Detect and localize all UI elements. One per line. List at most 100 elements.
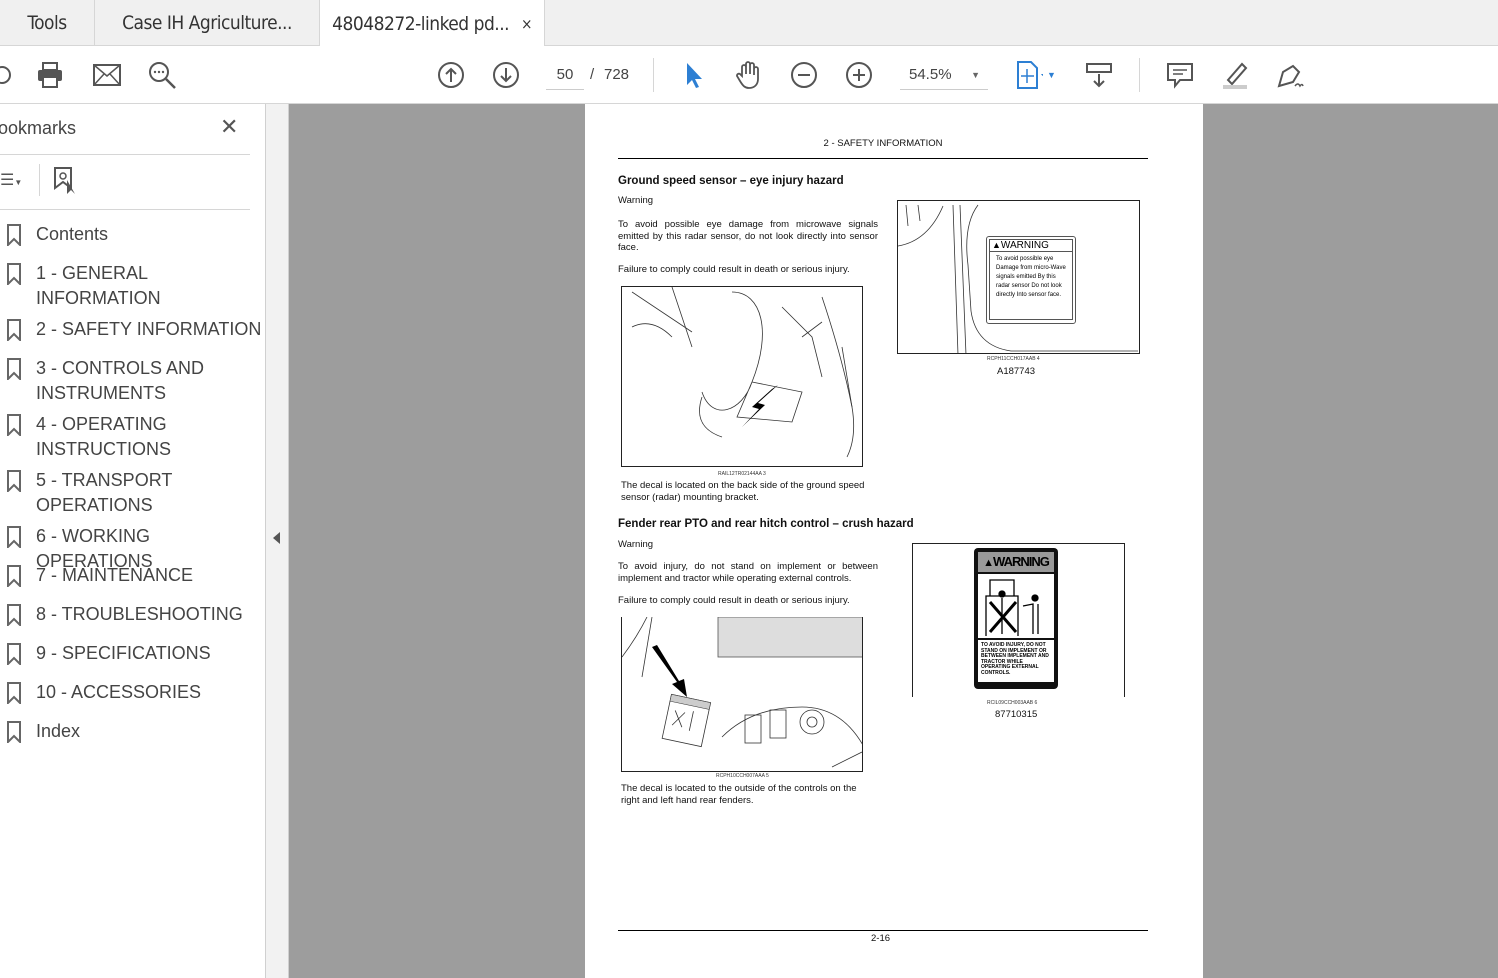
divider [0,154,250,155]
bookmark-label: 10 - ACCESSORIES [36,682,202,702]
bookmark-icon [6,263,22,292]
divider [0,209,250,210]
bookmark-label: 8 - TROUBLESHOOTING [36,604,243,624]
tab-label: 48048272-linked pd... [332,12,510,35]
crush-pictogram-icon [978,574,1054,638]
page-separator: / [590,66,595,83]
panel-collapse-strip[interactable] [266,104,289,978]
bookmark-label: Index [36,721,81,741]
figure-code: RAIL12TR02144AA 3 [718,471,766,477]
bookmark-icon [6,565,22,594]
section-title: Ground speed sensor – eye injury hazard [618,175,844,187]
crush-decal-illustration: ▲WARNING TO AVOID INJURY, DO NOT STAND O… [912,543,1125,697]
figure-caption: The decal is located to the outside of t… [621,783,857,806]
section-title: Fender rear PTO and rear hitch control –… [618,518,914,530]
bookmark-label: 7 - MAINTENANCE [36,565,194,585]
decal-header: ▲WARNING [978,552,1054,572]
decal-text: To avoid possible eye Damage from micro-… [989,252,1073,320]
bookmark-icon [6,414,22,443]
bookmark-label: 4 - OPERATING INSTRUCTIONS [36,414,171,459]
tab-label: Case IH Agriculture... [122,12,292,34]
warning-label: Warning [618,195,654,206]
zoom-in-icon[interactable] [843,59,875,91]
comment-icon[interactable] [1164,59,1196,91]
bookmark-icon [6,682,22,711]
bookmark-label: 5 - TRANSPORT OPERATIONS [36,470,173,515]
part-number: 87710315 [995,709,1038,720]
close-tab-icon[interactable]: × [521,15,532,33]
zoom-out-icon[interactable] [788,59,820,91]
warning-triangle-icon: ▲ [983,557,994,569]
radar-sensor-illustration [621,286,863,467]
divider [653,58,654,92]
decal-title: WARNING [993,554,1050,569]
add-bookmark-icon[interactable] [53,166,79,201]
figure-caption: The decal is located on the back side of… [621,480,865,503]
bookmark-label: 1 - GENERAL INFORMATION [36,263,161,308]
fender-controls-illustration [621,617,863,772]
page-number-input[interactable]: 50 [546,60,584,90]
radar-decal-illustration: ▲WARNING To avoid possible eye Damage fr… [897,200,1140,354]
warning-label: Warning [618,539,654,550]
print-icon[interactable] [34,59,66,91]
decal-text: TO AVOID INJURY, DO NOT STAND ON IMPLEME… [978,640,1054,682]
fit-page-icon[interactable] [1012,59,1044,91]
email-icon[interactable] [91,59,123,91]
pdf-page: 2 - SAFETY INFORMATION Ground speed sens… [585,104,1203,978]
part-number: A187743 [997,366,1036,377]
decal-title: WARNING [1000,240,1049,251]
page-footer: 2-16 [871,933,891,944]
bookmark-label: 2 - SAFETY INFORMATION [36,319,262,339]
previous-page-icon[interactable] [435,59,467,91]
divider [39,164,40,196]
close-panel-icon[interactable]: ✕ [220,114,238,140]
collapse-arrow-icon[interactable] [273,532,280,544]
warning-text: To avoid possible eye damage from microw… [618,219,878,253]
warning-decal: ▲WARNING To avoid possible eye Damage fr… [986,236,1076,324]
tab-bar: Tools Case IH Agriculture... 48048272-li… [0,0,1498,47]
bookmark-icon [6,526,22,555]
tab-linked-pdf[interactable]: 48048272-linked pd... × [320,0,545,47]
next-page-icon[interactable] [490,59,522,91]
consequence-text: Failure to comply could result in death … [618,595,850,606]
bookmarks-panel: ookmarks ✕ ☰▼ Contents 1 - GENERAL INFORM… [0,104,266,978]
tab-tools[interactable]: Tools [0,0,95,46]
decal-header: ▲WARNING [989,239,1073,252]
figure-code: RCIL09CCH003AAB 6 [987,700,1038,706]
figure-code: RCPH11CCH017AAB 4 [987,356,1040,362]
zoom-level-select[interactable]: 54.5% ▼ [900,60,988,90]
bookmark-label: 3 - CONTROLS AND INSTRUMENTS [36,358,205,403]
chevron-down-icon: ▼ [971,70,980,80]
warning-text: To avoid injury, do not stand on impleme… [618,561,878,584]
panel-title: ookmarks [0,118,77,138]
sign-pen-icon[interactable] [1274,59,1306,91]
bookmark-icon [6,358,22,387]
warning-triangle-icon: ▲ [992,240,1001,250]
bookmark-icon [6,470,22,499]
header-rule [618,158,1148,159]
scroll-mode-icon[interactable] [1083,59,1115,91]
divider [1139,58,1140,92]
chevron-down-icon[interactable]: ▼ [1047,70,1056,80]
bookmark-icon [6,224,22,253]
page-header: 2 - SAFETY INFORMATION [823,138,943,149]
bookmark-icon [6,604,22,633]
bookmark-icon [6,643,22,672]
tab-case-ih[interactable]: Case IH Agriculture... [95,0,320,46]
figure-code: RCPH10CCH007AAA 5 [716,773,769,779]
options-menu-icon[interactable]: ☰▼ [0,170,22,190]
tab-label: Tools [27,12,67,34]
search-icon[interactable] [146,59,178,91]
consequence-text: Failure to comply could result in death … [618,264,850,275]
warning-decal: ▲WARNING TO AVOID INJURY, DO NOT STAND O… [974,548,1058,689]
hand-tool-icon[interactable] [733,59,765,91]
page-total: 728 [604,66,630,83]
footer-rule [618,930,1148,931]
select-cursor-icon[interactable] [678,59,710,91]
highlight-icon[interactable] [1219,59,1251,91]
cloud-upload-icon[interactable] [0,59,20,91]
toolbar: 50 / 728 54.5% ▼ ▼ [0,46,1498,104]
zoom-value: 54.5% [909,66,952,83]
bookmark-icon [6,721,22,750]
bookmark-label: 9 - SPECIFICATIONS [36,643,211,663]
